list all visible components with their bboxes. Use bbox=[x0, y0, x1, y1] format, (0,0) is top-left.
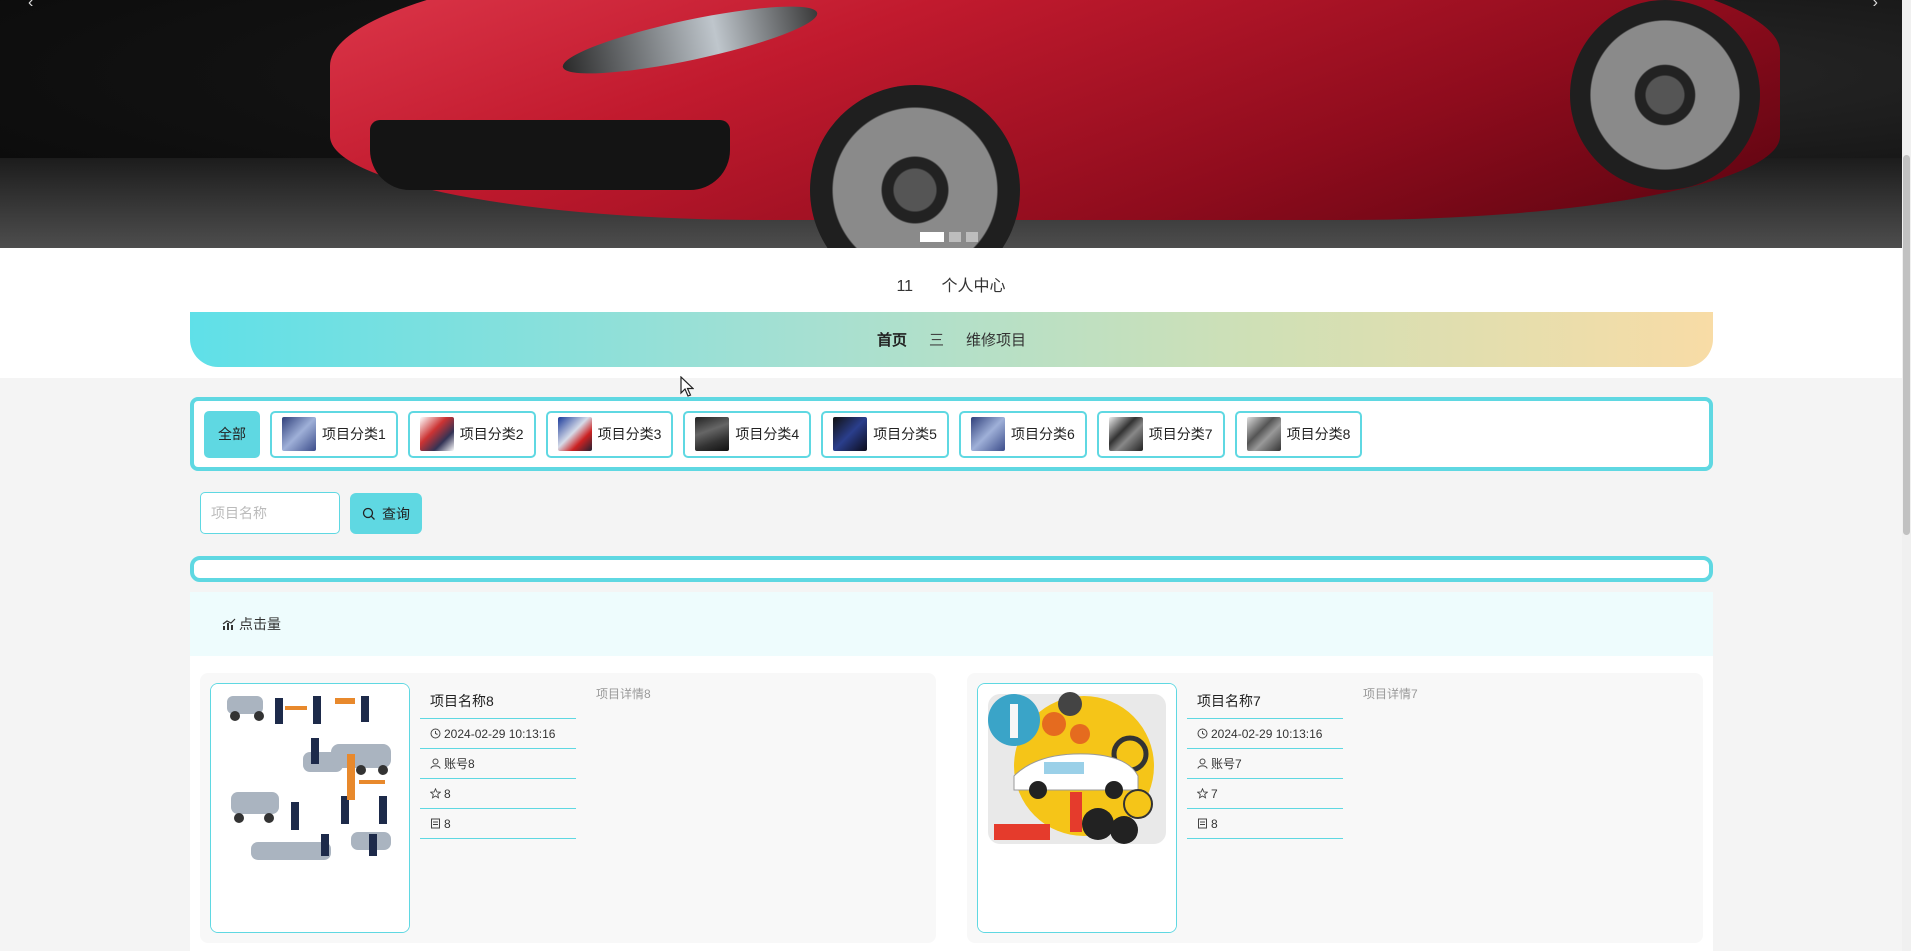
category-item[interactable]: 项目分类2 bbox=[407, 410, 536, 458]
category-item[interactable]: 项目分类7 bbox=[1096, 410, 1225, 458]
item-account: 账号7 bbox=[1211, 756, 1242, 771]
category-bar: 全部 项目分类1 项目分类2 项目分类3 项目分类4 项目分类5 项目分类6 项… bbox=[190, 397, 1713, 471]
breadcrumb-separator: 三 bbox=[928, 332, 944, 349]
category-thumbnail bbox=[695, 417, 730, 451]
item-count: 8 bbox=[444, 816, 451, 831]
item-info: 项目名称8 2024-02-29 10:13:16 账号8 8 8 bbox=[420, 683, 576, 839]
clock-icon bbox=[430, 728, 441, 739]
category-label: 全部 bbox=[218, 426, 246, 442]
user-icon bbox=[430, 758, 441, 769]
document-icon bbox=[431, 818, 440, 829]
item-count-row: 8 bbox=[420, 809, 576, 839]
item-account-row: 账号8 bbox=[420, 749, 576, 779]
category-item[interactable]: 项目分类3 bbox=[545, 410, 674, 458]
item-star-count: 7 bbox=[1211, 786, 1218, 801]
search-input[interactable] bbox=[200, 492, 340, 534]
item-star-count: 8 bbox=[444, 786, 451, 801]
category-label: 项目分类2 bbox=[459, 426, 524, 442]
clock-icon bbox=[1197, 728, 1208, 739]
category-item[interactable]: 项目分类4 bbox=[683, 410, 812, 458]
item-detail: 项目详情7 bbox=[1363, 687, 1418, 701]
item-card[interactable]: 项目名称8 2024-02-29 10:13:16 账号8 8 8 项目详情8 bbox=[200, 673, 936, 943]
chart-icon bbox=[222, 618, 236, 630]
carousel-indicators bbox=[920, 232, 978, 242]
category-item[interactable]: 项目分类8 bbox=[1234, 410, 1363, 458]
breadcrumb-home[interactable]: 首页 bbox=[877, 329, 907, 350]
breadcrumb-current: 维修项目 bbox=[966, 332, 1027, 349]
personal-center-link[interactable]: 个人中心 bbox=[942, 278, 1006, 295]
username[interactable]: 11 bbox=[896, 278, 913, 295]
item-image bbox=[977, 683, 1177, 933]
category-thumbnail bbox=[1246, 417, 1281, 451]
carousel-dot-3[interactable] bbox=[966, 232, 978, 242]
category-label: 项目分类7 bbox=[1148, 426, 1213, 442]
category-label: 项目分类1 bbox=[322, 426, 386, 442]
category-all[interactable]: 全部 bbox=[204, 410, 260, 458]
item-account-row: 账号7 bbox=[1187, 749, 1343, 779]
carousel-dot-1[interactable] bbox=[920, 232, 944, 242]
item-time-row: 2024-02-29 10:13:16 bbox=[420, 719, 576, 749]
user-icon bbox=[1197, 758, 1208, 769]
category-thumbnail bbox=[282, 417, 316, 451]
banner-car-intake bbox=[370, 120, 730, 190]
item-detail: 项目详情8 bbox=[596, 687, 651, 701]
category-label: 项目分类5 bbox=[873, 426, 937, 442]
category-label: 项目分类4 bbox=[735, 426, 800, 442]
search-button-label: 查询 bbox=[382, 505, 410, 522]
item-name[interactable]: 项目名称7 bbox=[1187, 683, 1343, 719]
category-thumbnail bbox=[970, 417, 1005, 451]
sort-bar: 点击量 bbox=[190, 592, 1713, 656]
user-bar: 11 个人中心 bbox=[0, 272, 1902, 296]
carousel-prev-icon[interactable]: ‹ bbox=[28, 0, 33, 12]
category-item[interactable]: 项目分类6 bbox=[958, 410, 1087, 458]
item-time-row: 2024-02-29 10:13:16 bbox=[1187, 719, 1343, 749]
item-info: 项目名称7 2024-02-29 10:13:16 账号7 7 8 bbox=[1187, 683, 1343, 839]
category-thumbnail bbox=[1108, 417, 1143, 451]
banner-carousel[interactable]: ‹ › bbox=[0, 0, 1902, 248]
category-item[interactable]: 项目分类1 bbox=[270, 410, 398, 458]
star-icon bbox=[430, 788, 441, 799]
carousel-dot-2[interactable] bbox=[949, 232, 961, 242]
sort-by-clicks[interactable]: 点击量 bbox=[239, 614, 281, 634]
item-account: 账号8 bbox=[444, 756, 475, 771]
document-icon bbox=[1198, 818, 1207, 829]
item-image bbox=[210, 683, 410, 933]
item-star-row: 8 bbox=[420, 779, 576, 809]
filter-bar-empty bbox=[190, 556, 1713, 582]
category-label: 项目分类8 bbox=[1286, 426, 1351, 442]
mouse-cursor-icon bbox=[680, 376, 694, 397]
category-thumbnail bbox=[419, 417, 454, 451]
category-label: 项目分类6 bbox=[1010, 426, 1075, 442]
breadcrumb: 首页 三 维修项目 bbox=[190, 312, 1713, 367]
page-scrollbar[interactable] bbox=[1902, 0, 1911, 951]
item-name[interactable]: 项目名称8 bbox=[420, 683, 576, 719]
category-label: 项目分类3 bbox=[597, 426, 662, 442]
item-count-row: 8 bbox=[1187, 809, 1343, 839]
category-thumbnail bbox=[833, 417, 868, 451]
carousel-next-icon[interactable]: › bbox=[1873, 0, 1878, 12]
banner-car-wheel-rear bbox=[1570, 0, 1760, 190]
item-count: 8 bbox=[1211, 816, 1218, 831]
item-card[interactable]: 项目名称7 2024-02-29 10:13:16 账号7 7 8 项目详情7 bbox=[967, 673, 1703, 943]
category-item[interactable]: 项目分类5 bbox=[821, 410, 949, 458]
item-star-row: 7 bbox=[1187, 779, 1343, 809]
category-thumbnail bbox=[557, 417, 592, 451]
search-icon bbox=[362, 507, 375, 520]
search-button[interactable]: 查询 bbox=[350, 493, 422, 534]
item-time: 2024-02-29 10:13:16 bbox=[444, 726, 556, 741]
item-time: 2024-02-29 10:13:16 bbox=[1211, 726, 1323, 741]
scrollbar-thumb[interactable] bbox=[1903, 155, 1910, 535]
star-icon bbox=[1197, 788, 1208, 799]
